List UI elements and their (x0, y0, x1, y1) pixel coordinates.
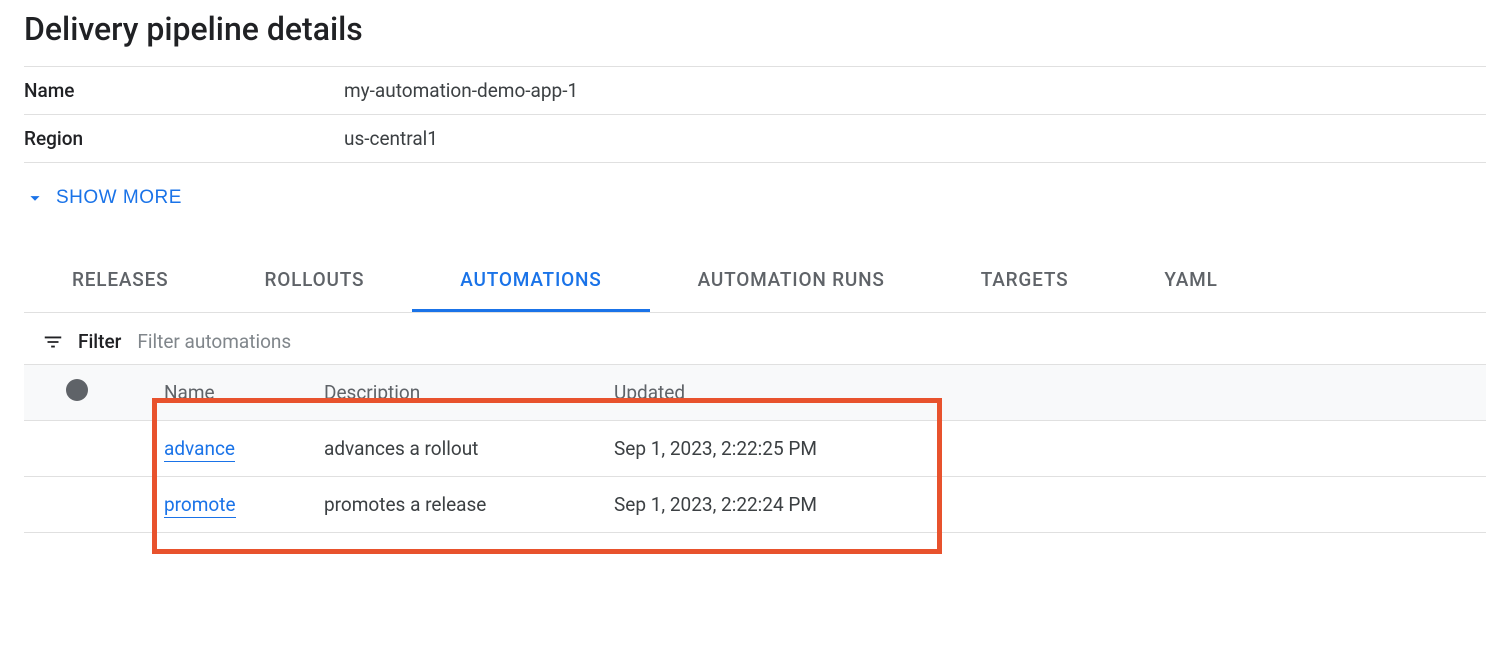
filter-label: Filter (78, 330, 121, 353)
cell-description: advances a rollout (314, 421, 604, 477)
tabs: RELEASES ROLLOUTS AUTOMATIONS AUTOMATION… (24, 250, 1486, 313)
tab-automation-runs[interactable]: AUTOMATION RUNS (650, 250, 933, 312)
column-description[interactable]: Description (314, 365, 604, 421)
tab-automations[interactable]: AUTOMATIONS (412, 250, 649, 312)
page-title: Delivery pipeline details (24, 10, 1486, 48)
filter-bar: Filter (24, 313, 1486, 364)
details-section: Name my-automation-demo-app-1 Region us-… (24, 66, 1486, 163)
detail-label-name: Name (24, 79, 344, 102)
cell-description: promotes a release (314, 477, 604, 533)
filter-input[interactable] (135, 329, 1468, 354)
tab-rollouts[interactable]: ROLLOUTS (216, 250, 412, 312)
automation-link-promote[interactable]: promote (164, 493, 236, 518)
tab-targets[interactable]: TARGETS (933, 250, 1117, 312)
status-dot-icon (66, 379, 88, 401)
column-status (24, 365, 154, 421)
detail-value-name: my-automation-demo-app-1 (344, 79, 578, 102)
detail-row-name: Name my-automation-demo-app-1 (24, 67, 1486, 115)
table-header-row: Name Description Updated (24, 365, 1486, 421)
cell-updated: Sep 1, 2023, 2:22:24 PM (604, 477, 1486, 533)
filter-icon (42, 331, 64, 353)
show-more-label: SHOW MORE (56, 187, 182, 209)
detail-row-region: Region us-central1 (24, 115, 1486, 163)
detail-value-region: us-central1 (344, 127, 438, 150)
column-name[interactable]: Name (154, 365, 314, 421)
table-row: advance advances a rollout Sep 1, 2023, … (24, 421, 1486, 477)
column-updated[interactable]: Updated (604, 365, 1486, 421)
tab-yaml[interactable]: YAML (1116, 250, 1265, 312)
chevron-down-icon (24, 187, 46, 209)
table-row: promote promotes a release Sep 1, 2023, … (24, 477, 1486, 533)
cell-updated: Sep 1, 2023, 2:22:25 PM (604, 421, 1486, 477)
show-more-button[interactable]: SHOW MORE (24, 187, 182, 209)
tab-releases[interactable]: RELEASES (24, 250, 216, 312)
automations-table: Name Description Updated advance advance… (24, 364, 1486, 533)
automation-link-advance[interactable]: advance (164, 437, 235, 462)
detail-label-region: Region (24, 127, 344, 150)
